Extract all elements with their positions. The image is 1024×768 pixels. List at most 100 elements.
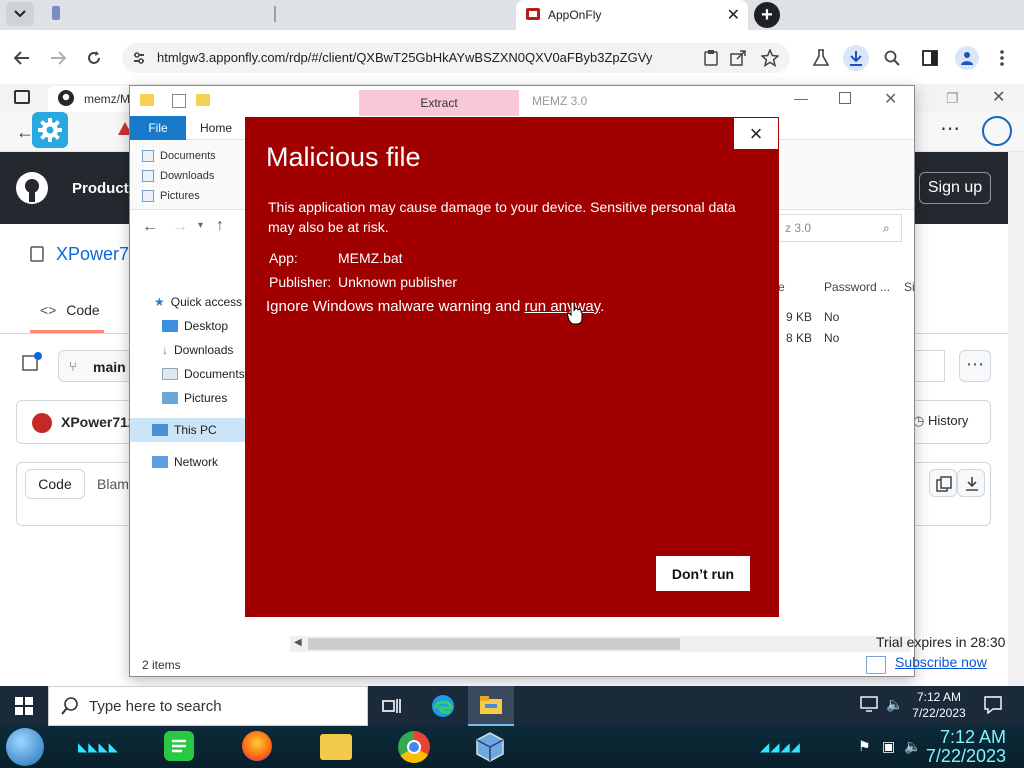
explorer-search-box[interactable]: z 3.0 ⌕ <box>778 214 902 242</box>
sidebar-toggle-icon[interactable] <box>22 352 42 372</box>
nav-this-pc[interactable]: This PC <box>130 418 248 442</box>
host-app-green-icon[interactable] <box>164 731 194 761</box>
host-volume-icon[interactable]: 🔈 <box>904 738 921 755</box>
nav-desktop[interactable]: Desktop <box>162 314 228 338</box>
nav-downloads[interactable]: ↓ Downloads <box>162 338 233 362</box>
minimize-icon[interactable]: — <box>794 90 808 106</box>
search-placeholder: Type here to search <box>89 698 222 715</box>
task-view-button[interactable] <box>369 686 415 726</box>
new-tab-button[interactable]: + <box>754 2 780 28</box>
quick-item-pictures[interactable]: Pictures <box>142 186 216 206</box>
start-button[interactable] <box>0 686 48 726</box>
notification-icon[interactable] <box>984 696 1002 714</box>
ribbon-home-tab[interactable]: Home <box>200 121 232 135</box>
network-tray-icon[interactable] <box>860 696 878 712</box>
quick-item-documents[interactable]: Documents <box>142 146 216 166</box>
branch-name: main <box>93 359 126 375</box>
product-menu[interactable]: Product <box>72 180 129 197</box>
trial-expiry-text: Trial expires in 28:30 <box>876 634 1006 650</box>
col-si[interactable]: Si <box>904 280 915 294</box>
dont-run-button[interactable]: Don’t run <box>656 556 750 591</box>
more-options-button[interactable]: ⋯ <box>959 350 991 382</box>
run-anyway-link[interactable]: run anyway <box>524 298 600 315</box>
col-password[interactable]: Password ... <box>824 280 890 294</box>
code-view-button[interactable]: Code <box>25 469 85 499</box>
ribbon-file-tab[interactable]: File <box>130 116 186 140</box>
history-link[interactable]: ◷ History <box>913 413 968 429</box>
tab-code[interactable]: <> Code <box>40 302 100 318</box>
github-logo-icon[interactable] <box>16 172 48 204</box>
signup-button[interactable]: Sign up <box>919 172 991 204</box>
close-tab-icon[interactable]: ✕ <box>727 5 740 25</box>
host-folder-icon[interactable] <box>320 734 352 760</box>
tab-apponfly[interactable]: AppOnFly ✕ <box>516 0 748 30</box>
search-icon[interactable] <box>881 47 903 69</box>
remote-settings-button[interactable] <box>32 112 68 148</box>
horizontal-scrollbar[interactable]: ◀ <box>290 636 910 652</box>
firefox-icon[interactable] <box>242 731 272 761</box>
virtualbox-icon[interactable] <box>474 731 506 763</box>
branch-selector[interactable]: ⑂ main <box>58 350 138 382</box>
dialog-close-button[interactable]: × <box>734 118 778 149</box>
taskbar-edge[interactable] <box>420 686 466 726</box>
host-network-icon[interactable]: ▣ <box>882 738 895 755</box>
nav-pictures[interactable]: Pictures <box>162 386 227 410</box>
user-avatar[interactable] <box>32 413 52 433</box>
host-flag-icon[interactable]: ⚑ <box>858 738 871 755</box>
nav-network[interactable]: Network <box>152 450 218 474</box>
blame-view-button[interactable]: Blam <box>97 476 129 492</box>
repo-name-link[interactable]: XPower7 <box>56 244 129 265</box>
keyboard-icon[interactable] <box>866 656 886 674</box>
taskbar-clock[interactable]: 7:12 AM 7/22/2023 <box>900 689 978 721</box>
host-taskbar: ◣◣◣◣ ◢◢◢◢ ⚑ ▣ 🔈 7:12 AM 7/22/2023 <box>0 726 1024 768</box>
edge-tab-title: memz/M <box>84 92 130 106</box>
properties-icon[interactable] <box>172 94 186 108</box>
page-scrollbar[interactable] <box>1008 152 1024 686</box>
taskbar-explorer[interactable] <box>468 686 514 726</box>
labs-flask-icon[interactable] <box>810 47 832 69</box>
bing-copilot-icon[interactable] <box>982 116 1012 146</box>
chrome-icon[interactable] <box>398 731 430 763</box>
back-arrow-icon[interactable] <box>12 48 32 68</box>
explorer-title-bar[interactable]: Extract MEMZ 3.0 — ✕ <box>130 86 914 116</box>
scroll-thumb[interactable] <box>308 638 680 650</box>
col-size[interactable]: e <box>778 280 785 294</box>
tab-search-button[interactable] <box>6 2 34 26</box>
commit-user[interactable]: XPower712 <box>61 414 136 430</box>
nav-quick-access[interactable]: ★ Quick access <box>154 290 242 314</box>
window-close-icon[interactable]: ✕ <box>884 89 897 109</box>
bookmark-star-icon[interactable] <box>759 47 781 69</box>
ex-up-icon[interactable]: ↑ <box>216 217 224 235</box>
more-icon[interactable]: ⋯ <box>940 116 960 141</box>
address-bar[interactable]: htmlgw3.apponfly.com/rdp/#/client/QXBwT2… <box>122 43 790 73</box>
nav-documents[interactable]: Documents <box>162 362 245 386</box>
cast-icon[interactable] <box>700 47 722 69</box>
downloads-button[interactable] <box>843 45 869 71</box>
ex-back-icon[interactable]: ← <box>142 218 158 236</box>
site-settings-icon[interactable] <box>132 51 146 65</box>
reload-icon[interactable] <box>84 48 104 68</box>
host-clock[interactable]: 7:12 AM 7/22/2023 <box>926 728 1006 766</box>
host-start-orb-icon[interactable] <box>6 728 44 766</box>
ex-recent-icon[interactable]: ▾ <box>198 220 203 231</box>
profile-avatar[interactable] <box>955 46 979 70</box>
forward-arrow-icon[interactable] <box>48 48 68 68</box>
copy-button[interactable] <box>929 469 957 497</box>
share-icon[interactable] <box>727 47 749 69</box>
extract-tab[interactable]: Extract <box>359 90 519 116</box>
scroll-left-icon[interactable]: ◀ <box>294 637 302 648</box>
maximize-icon[interactable] <box>839 92 851 104</box>
side-panel-icon[interactable] <box>919 47 941 69</box>
dialog-description: This application may cause damage to you… <box>268 199 736 235</box>
ex-forward-icon[interactable]: → <box>172 218 188 236</box>
code-icon: <> <box>40 302 57 318</box>
quick-item-downloads[interactable]: Downloads <box>142 166 216 186</box>
restore-icon[interactable]: ❐ <box>946 90 959 107</box>
menu-kebab-icon[interactable] <box>991 47 1013 69</box>
taskbar-search[interactable]: Type here to search <box>48 686 368 726</box>
new-folder-icon[interactable] <box>196 94 210 106</box>
edge-close-icon[interactable]: ✕ <box>992 87 1005 107</box>
tab-actions-icon[interactable] <box>14 90 30 104</box>
subscribe-link[interactable]: Subscribe now <box>895 654 987 670</box>
download-button[interactable] <box>957 469 985 497</box>
